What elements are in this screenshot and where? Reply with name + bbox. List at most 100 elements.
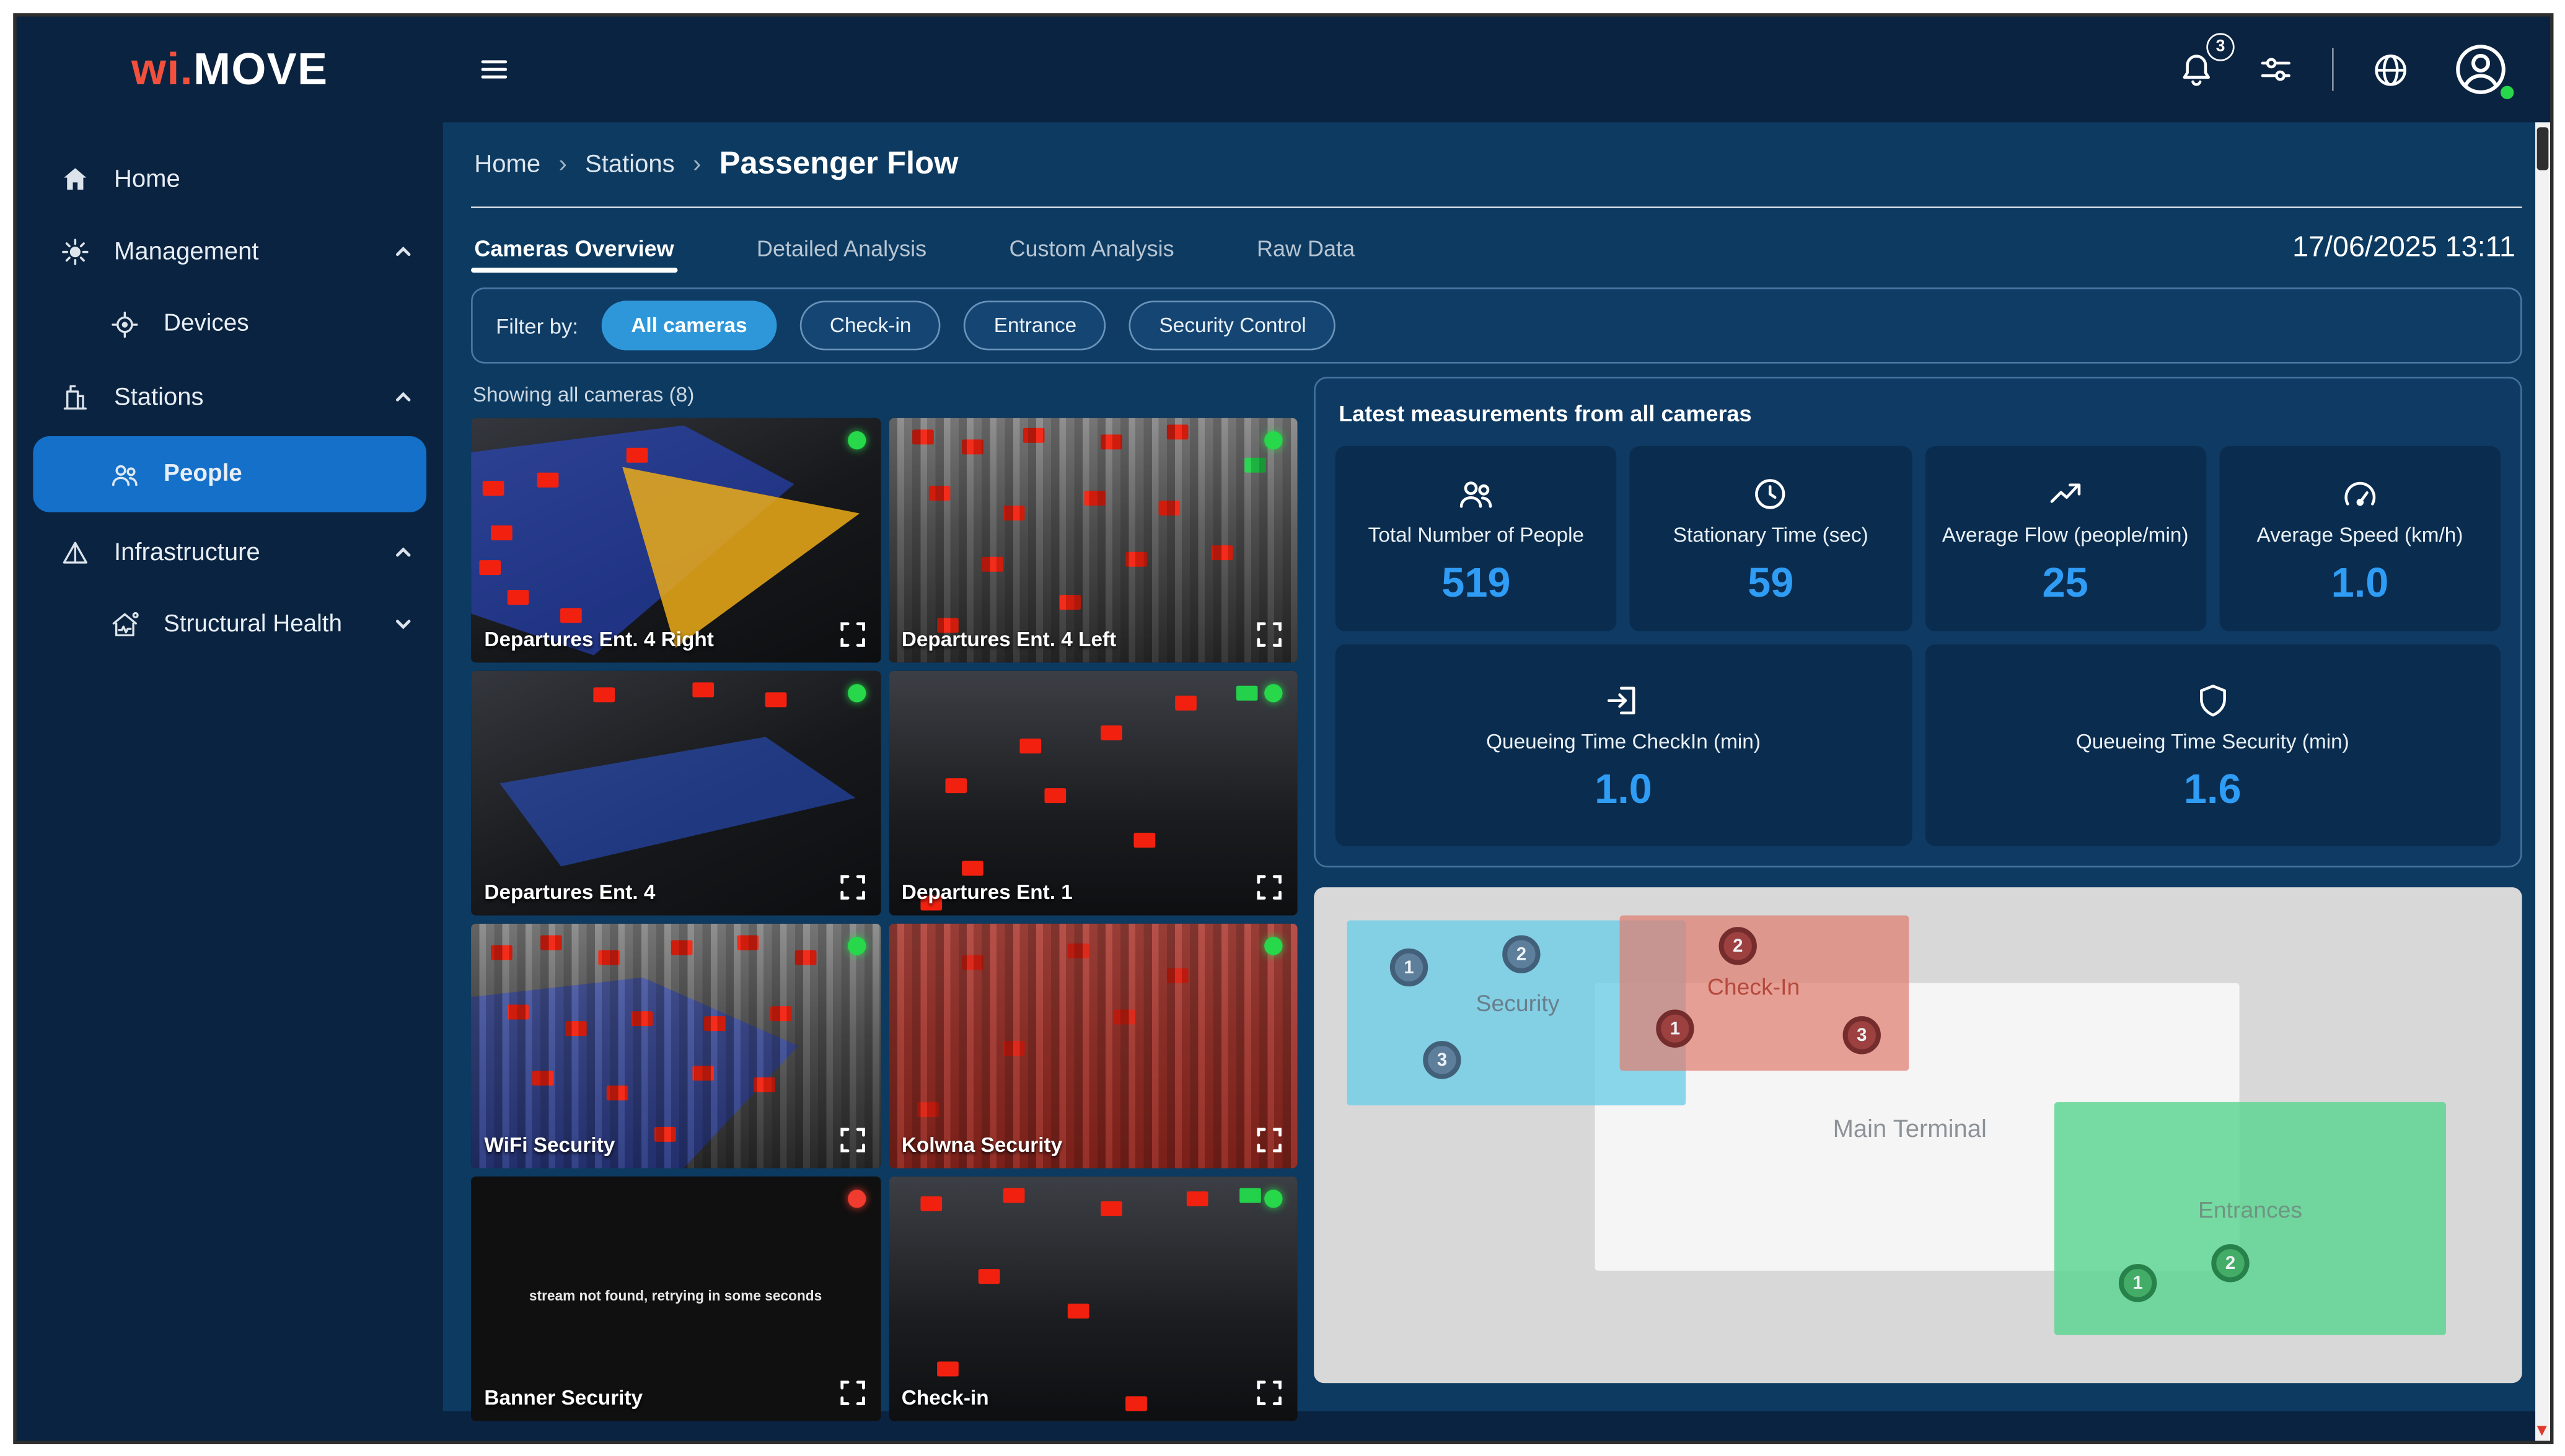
fullscreen-button[interactable]	[837, 872, 870, 905]
camera-tile[interactable]: Kolwna Security	[888, 924, 1297, 1169]
security-camera-marker[interactable]: 1	[1390, 949, 1428, 986]
camera-feed	[888, 418, 1297, 663]
camera-feed	[888, 924, 1297, 1169]
fullscreen-button[interactable]	[837, 620, 870, 652]
fullscreen-icon	[1254, 1378, 1284, 1408]
trend-up-icon	[2046, 473, 2085, 513]
checkin-camera-marker[interactable]: 1	[1656, 1009, 1694, 1047]
preferences-button[interactable]	[2253, 46, 2299, 93]
detection-box	[655, 1126, 677, 1141]
scrollbar-thumb[interactable]	[2537, 127, 2549, 170]
device-hub-icon	[109, 308, 141, 340]
fullscreen-button[interactable]	[1254, 1378, 1287, 1411]
notifications-button[interactable]: 3	[2173, 46, 2220, 93]
detection-box	[1133, 832, 1155, 847]
measurement-card: Queueing Time Security (min) 1.6	[1925, 644, 2501, 846]
detection-box	[1060, 594, 1082, 609]
camera-tile[interactable]: Departures Ent. 4 Right	[471, 418, 880, 663]
measurement-label: Average Speed (km/h)	[2257, 523, 2463, 546]
detection-box	[508, 1004, 529, 1019]
detection-box	[692, 1066, 713, 1081]
filter-pill-entrance[interactable]: Entrance	[964, 300, 1106, 350]
detection-box	[1244, 457, 1266, 472]
zone-overlay-blue	[471, 671, 880, 916]
detection-box	[1101, 435, 1123, 450]
zone-label-checkin: Check-In	[1707, 973, 1800, 1000]
top-bar: wi.MOVE 3	[17, 17, 2550, 123]
measurement-value: 1.0	[2331, 559, 2389, 607]
checkin-camera-marker[interactable]: 3	[1843, 1016, 1881, 1054]
scrollbar-down-arrow[interactable]	[2537, 1426, 2547, 1436]
sidebar-item-stations[interactable]: Stations	[17, 360, 443, 432]
detection-box	[1125, 553, 1147, 568]
detection-box	[1113, 1009, 1135, 1024]
vertical-scrollbar[interactable]	[2535, 122, 2550, 1441]
tab-detailed-analysis[interactable]: Detailed Analysis	[754, 213, 930, 280]
tab-raw-data[interactable]: Raw Data	[1254, 213, 1358, 280]
camera-tile[interactable]: Departures Ent. 4 Left	[888, 418, 1297, 663]
menu-toggle-button[interactable]	[469, 45, 519, 94]
filter-pill-security-control[interactable]: Security Control	[1130, 300, 1336, 350]
entrance-camera-marker[interactable]: 1	[2119, 1264, 2157, 1302]
security-camera-marker[interactable]: 3	[1423, 1041, 1461, 1079]
content-area: Showing all cameras (8)	[471, 377, 2522, 1441]
breadcrumb-home[interactable]: Home	[474, 151, 540, 178]
camera-tile[interactable]: Departures Ent. 4	[471, 671, 880, 916]
measurements-title: Latest measurements from all cameras	[1339, 401, 2501, 426]
sidebar-item-people[interactable]: People	[33, 436, 426, 512]
detection-box	[483, 481, 505, 496]
detection-box	[627, 447, 648, 462]
home-icon	[59, 163, 91, 195]
filter-pill-check-in[interactable]: Check-in	[800, 300, 941, 350]
detection-box	[1236, 685, 1258, 700]
tab-custom-analysis[interactable]: Custom Analysis	[1006, 213, 1177, 280]
detection-box	[704, 1017, 726, 1032]
detection-box	[753, 1077, 775, 1092]
sidebar-item-management[interactable]: Management	[17, 215, 443, 287]
fullscreen-button[interactable]	[1254, 872, 1287, 905]
sidebar: Home Management Devices Stations People	[17, 122, 443, 1441]
sidebar-item-devices[interactable]: Devices	[17, 287, 443, 360]
tab-cameras-overview[interactable]: Cameras Overview	[471, 213, 677, 280]
detection-box	[1068, 1304, 1090, 1318]
measurement-cards-row: Queueing Time CheckIn (min) 1.0 Queueing…	[1335, 644, 2501, 846]
detection-box	[794, 950, 816, 965]
sidebar-item-structural-health[interactable]: Structural Health	[17, 588, 443, 660]
checkin-camera-marker[interactable]: 2	[1719, 927, 1757, 965]
camera-tile[interactable]: stream not found, retrying in some secon…	[471, 1177, 880, 1421]
fullscreen-icon	[837, 1125, 867, 1155]
camera-feed	[471, 924, 880, 1169]
detection-box	[962, 862, 983, 877]
sidebar-item-home[interactable]: Home	[17, 142, 443, 214]
entrance-camera-marker[interactable]: 2	[2211, 1244, 2249, 1282]
detection-box	[946, 778, 967, 793]
camera-name: WiFi Security	[484, 1133, 615, 1156]
detection-box	[598, 950, 620, 965]
sidebar-item-infrastructure[interactable]: Infrastructure	[17, 515, 443, 588]
detection-box	[1003, 506, 1024, 521]
camera-tile[interactable]: Departures Ent. 1	[888, 671, 1297, 916]
filter-pill-all-cameras[interactable]: All cameras	[601, 300, 777, 350]
security-camera-marker[interactable]: 2	[1502, 935, 1540, 973]
fullscreen-button[interactable]	[1254, 1125, 1287, 1158]
camera-tile[interactable]: Check-in	[888, 1177, 1297, 1421]
language-button[interactable]	[2367, 45, 2414, 93]
people-icon	[109, 458, 141, 490]
camera-tile[interactable]: WiFi Security	[471, 924, 880, 1169]
gear-icon	[59, 235, 91, 267]
camera-name: Kolwna Security	[902, 1133, 1062, 1156]
station-building-icon	[59, 381, 91, 413]
account-button[interactable]	[2448, 37, 2514, 103]
breadcrumb-stations[interactable]: Stations	[585, 151, 675, 178]
cameras-summary: Showing all cameras (8)	[473, 384, 1298, 406]
fullscreen-button[interactable]	[1254, 620, 1287, 652]
breadcrumb-separator: ›	[693, 151, 701, 178]
detection-box	[1240, 1189, 1262, 1204]
zone-label-security: Security	[1476, 989, 1560, 1016]
camera-status-dot	[1264, 684, 1282, 702]
camera-feed	[888, 1177, 1297, 1421]
detection-box	[1212, 545, 1233, 560]
fullscreen-button[interactable]	[837, 1125, 870, 1158]
fullscreen-button[interactable]	[837, 1378, 870, 1411]
measurement-card: Queueing Time CheckIn (min) 1.0	[1335, 644, 1911, 846]
